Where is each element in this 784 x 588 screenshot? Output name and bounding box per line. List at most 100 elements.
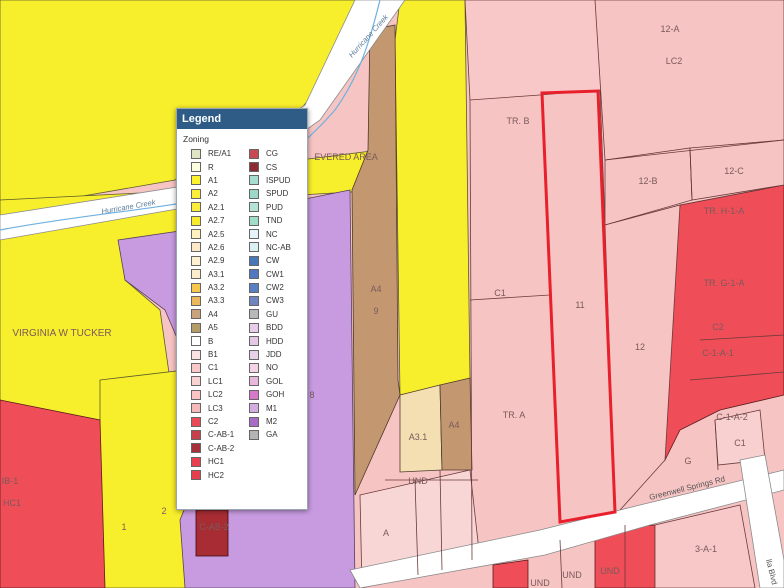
label-12-a: 12-A <box>660 24 679 34</box>
legend-label: GOH <box>266 390 285 400</box>
legend-label: A4 <box>208 309 218 319</box>
label-tr-a: TR. A <box>503 410 526 420</box>
label-c-ab-2: C-AB-2 <box>199 522 229 532</box>
legend-swatch <box>249 429 259 440</box>
legend-item: ISPUD <box>249 174 307 187</box>
legend-swatch <box>249 269 259 280</box>
legend-swatch <box>191 389 201 400</box>
zone-c-ab-2 <box>195 509 229 557</box>
legend-column-right: CG CS ISPUD SPUD PUD TND NC NC-AB CW CW1 CW2 CW3 GU B… <box>249 147 307 482</box>
legend-label: A3.2 <box>208 283 225 293</box>
label-virginia-w-tucker: VIRGINIA W TUCKER <box>12 328 111 339</box>
legend-swatch <box>249 162 259 173</box>
label-c1-east: C1 <box>734 438 746 448</box>
legend-item: HDD <box>249 334 307 347</box>
legend-swatch <box>249 202 259 213</box>
label-a: A <box>383 528 389 538</box>
legend-label: TND <box>266 216 283 226</box>
legend-swatch <box>249 282 259 293</box>
legend-swatch <box>191 175 201 186</box>
legend-label: CG <box>266 149 278 159</box>
legend-swatch <box>191 269 201 280</box>
legend-swatch <box>191 242 201 253</box>
label-tr-h-1-a: TR. H-1-A <box>704 206 745 216</box>
legend-label: A2.7 <box>208 216 225 226</box>
legend-label: NC <box>266 229 278 239</box>
legend-swatch <box>191 295 201 306</box>
label-8: 8 <box>309 390 314 400</box>
label-und-south-3: UND <box>600 566 620 576</box>
legend-item: A2.5 <box>191 227 249 240</box>
label-c-1-a-1: C-1-A-1 <box>702 348 734 358</box>
legend-label: BDD <box>266 323 283 333</box>
legend-swatch <box>191 229 201 240</box>
legend-label: GU <box>266 309 278 319</box>
legend-swatch <box>191 202 201 213</box>
legend-label: GOL <box>266 376 283 386</box>
legend-swatch <box>191 282 201 293</box>
zone-hc-south-2 <box>492 559 529 588</box>
legend-item: CS <box>249 160 307 173</box>
legend-label: ISPUD <box>266 175 291 185</box>
legend-swatch <box>191 188 201 199</box>
legend-item: A2.1 <box>191 201 249 214</box>
label-und-south-1: UND <box>530 578 550 588</box>
legend-swatch <box>249 403 259 414</box>
zoning-map[interactable]: 12-A LC2 TR. B 12-B 12-C TR. H-1-A TR. G… <box>0 0 784 588</box>
label-c-1-a-2: C-1-A-2 <box>716 412 748 422</box>
legend-label: A1 <box>208 175 218 185</box>
label-a4-strip: A4 <box>370 284 381 294</box>
label-9: 9 <box>373 306 378 316</box>
label-severed-area: EVERED AREA <box>314 152 378 162</box>
legend-label: HC2 <box>208 470 225 480</box>
legend-item: GOL <box>249 375 307 388</box>
zone-12-a <box>594 0 784 161</box>
legend-label: PUD <box>266 202 283 212</box>
legend-swatch <box>249 362 259 373</box>
legend-label: R <box>208 162 214 172</box>
legend-swatch <box>249 416 259 427</box>
legend-label: C-AB-2 <box>208 443 235 453</box>
legend-swatch <box>249 309 259 320</box>
legend-swatch <box>191 148 201 159</box>
legend-swatch <box>191 456 201 467</box>
legend-label: RE/A1 <box>208 149 232 159</box>
legend-label: A3.3 <box>208 296 225 306</box>
legend-label: A2.1 <box>208 202 225 212</box>
legend-item: A3.1 <box>191 268 249 281</box>
legend-item: CW1 <box>249 268 307 281</box>
legend-item: M2 <box>249 415 307 428</box>
legend-item: RE/A1 <box>191 147 249 160</box>
legend-swatch <box>249 295 259 306</box>
legend-swatch <box>191 429 201 440</box>
zone-a3-1 <box>399 384 443 473</box>
legend-label: HDD <box>266 336 284 346</box>
legend-item: HC2 <box>191 468 249 481</box>
label-lc2: LC2 <box>666 56 683 66</box>
legend-item: CG <box>249 147 307 160</box>
legend-item: M1 <box>249 401 307 414</box>
legend-label: SPUD <box>266 189 289 199</box>
legend-item: GA <box>249 428 307 441</box>
legend-item: C-AB-1 <box>191 428 249 441</box>
legend-panel[interactable]: Legend Zoning RE/A1 R A1 A2 A2.1 A2.7 A2.5 A2.6… <box>176 108 308 510</box>
legend-item: A2.9 <box>191 254 249 267</box>
zone-hc1-west <box>0 399 106 588</box>
label-12-c: 12-C <box>724 166 744 176</box>
legend-swatch <box>249 255 259 266</box>
legend-swatch <box>249 376 259 387</box>
legend-swatch <box>191 349 201 360</box>
legend-label: A3.1 <box>208 269 225 279</box>
legend-item: R <box>191 160 249 173</box>
legend-label: C-AB-1 <box>208 430 235 440</box>
legend-label: GA <box>266 430 278 440</box>
legend-item: JDD <box>249 348 307 361</box>
legend-item: C2 <box>191 415 249 428</box>
label-tr-g-1-a: TR. G-1-A <box>703 278 744 288</box>
label-1: 1 <box>121 522 126 532</box>
legend-swatch <box>191 255 201 266</box>
legend-item: CW3 <box>249 294 307 307</box>
label-2: 2 <box>161 506 166 516</box>
legend-label: LC3 <box>208 403 223 413</box>
legend-swatch <box>191 215 201 226</box>
